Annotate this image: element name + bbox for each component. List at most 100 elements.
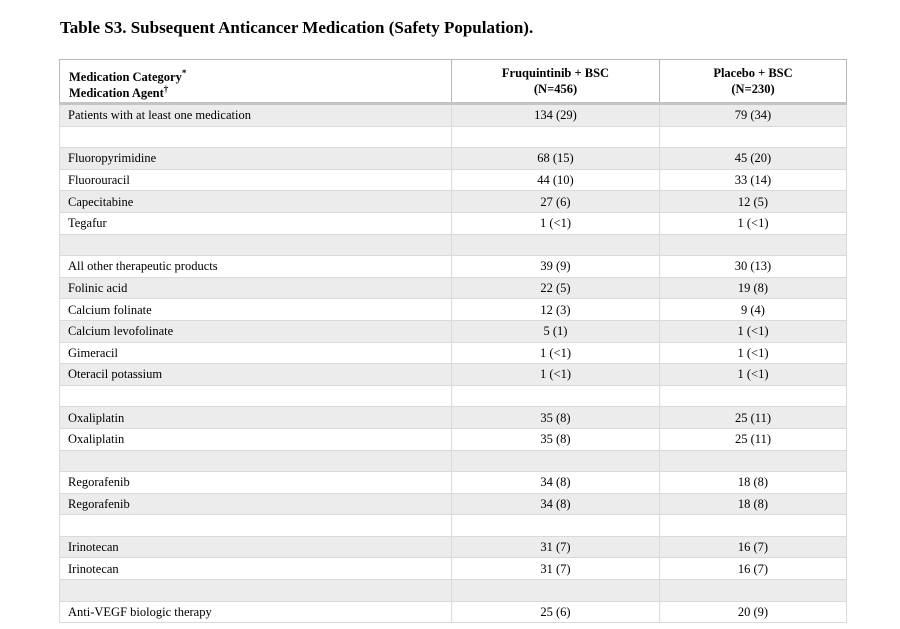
row-label: Regorafenib bbox=[59, 471, 452, 494]
row-fruquintinib-value: 5 (1) bbox=[451, 319, 660, 343]
row-label bbox=[59, 579, 452, 602]
row-label: Folinic acid bbox=[59, 276, 452, 300]
row-placebo-value bbox=[659, 125, 847, 149]
row-fruquintinib-value: 34 (8) bbox=[451, 471, 660, 494]
row-placebo-value: 16 (7) bbox=[659, 557, 847, 581]
row-label: Fluorouracil bbox=[59, 168, 452, 192]
header-placebo-n: (N=230) bbox=[731, 82, 775, 96]
row-label: Capecitabine bbox=[59, 190, 452, 213]
row-fruquintinib-value: 34 (8) bbox=[451, 492, 660, 516]
table-row bbox=[59, 449, 847, 473]
row-placebo-value: 1 (<1) bbox=[659, 319, 847, 343]
row-fruquintinib-value: 25 (6) bbox=[451, 600, 660, 624]
row-placebo-value: 18 (8) bbox=[659, 492, 847, 516]
row-label bbox=[59, 384, 452, 408]
table-row: Tegafur 1 (<1) 1 (<1) bbox=[59, 211, 847, 235]
row-placebo-value bbox=[659, 579, 847, 602]
row-placebo-value: 18 (8) bbox=[659, 471, 847, 494]
row-label: Irinotecan bbox=[59, 535, 452, 559]
table-row: Fluorouracil 44 (10) 33 (14) bbox=[59, 168, 847, 192]
medication-table-container: Medication Category* Medication Agent† F… bbox=[59, 59, 847, 624]
header-medication-category: Medication Category* Medication Agent† bbox=[59, 59, 452, 105]
row-placebo-value: 9 (4) bbox=[659, 298, 847, 321]
row-placebo-value: 1 (<1) bbox=[659, 341, 847, 365]
row-fruquintinib-value: 31 (7) bbox=[451, 557, 660, 581]
table-row: Oteracil potassium 1 (<1) 1 (<1) bbox=[59, 363, 847, 386]
row-fruquintinib-value bbox=[451, 514, 660, 537]
table-row bbox=[59, 233, 847, 257]
row-placebo-value: 45 (20) bbox=[659, 147, 847, 170]
row-fruquintinib-value bbox=[451, 449, 660, 473]
row-fruquintinib-value: 1 (<1) bbox=[451, 211, 660, 235]
table-row: Calcium levofolinate 5 (1) 1 (<1) bbox=[59, 319, 847, 343]
row-fruquintinib-value: 12 (3) bbox=[451, 298, 660, 321]
row-placebo-value: 25 (11) bbox=[659, 427, 847, 451]
row-fruquintinib-value: 1 (<1) bbox=[451, 363, 660, 386]
row-fruquintinib-value: 22 (5) bbox=[451, 276, 660, 300]
table-row: Anti-VEGF biologic therapy 25 (6) 20 (9) bbox=[59, 600, 847, 624]
table-row bbox=[59, 384, 847, 408]
row-fruquintinib-value: 39 (9) bbox=[451, 255, 660, 278]
table-row: Oxaliplatin 35 (8) 25 (11) bbox=[59, 427, 847, 451]
row-fruquintinib-value bbox=[451, 233, 660, 257]
row-fruquintinib-value: 35 (8) bbox=[451, 406, 660, 429]
row-label: Tegafur bbox=[59, 211, 452, 235]
row-placebo-value: 19 (8) bbox=[659, 276, 847, 300]
table-row: Patients with at least one medication 134… bbox=[59, 103, 847, 127]
row-fruquintinib-value: 35 (8) bbox=[451, 427, 660, 451]
row-placebo-value bbox=[659, 384, 847, 408]
row-fruquintinib-value bbox=[451, 125, 660, 149]
table-row: Capecitabine 27 (6) 12 (5) bbox=[59, 190, 847, 213]
table-row bbox=[59, 514, 847, 537]
row-fruquintinib-value: 31 (7) bbox=[451, 535, 660, 559]
table-row: Irinotecan 31 (7) 16 (7) bbox=[59, 557, 847, 581]
row-label: Regorafenib bbox=[59, 492, 452, 516]
medication-table: Medication Category* Medication Agent† F… bbox=[59, 59, 847, 624]
row-label: Gimeracil bbox=[59, 341, 452, 365]
header-placebo-label: Placebo + BSC bbox=[713, 66, 793, 80]
row-label: Fluoropyrimidine bbox=[59, 147, 452, 170]
row-label bbox=[59, 514, 452, 537]
header-fruquintinib-n: (N=456) bbox=[533, 82, 578, 96]
table-row: Regorafenib 34 (8) 18 (8) bbox=[59, 471, 847, 494]
table-row: Irinotecan 31 (7) 16 (7) bbox=[59, 535, 847, 559]
table-row: Fluoropyrimidine 68 (15) 45 (20) bbox=[59, 147, 847, 170]
table-row: Regorafenib 34 (8) 18 (8) bbox=[59, 492, 847, 516]
header-category-label: Medication Category bbox=[69, 70, 182, 84]
row-placebo-value bbox=[659, 514, 847, 537]
row-fruquintinib-value: 134 (29) bbox=[451, 103, 660, 127]
row-fruquintinib-value: 1 (<1) bbox=[451, 341, 660, 365]
row-placebo-value: 30 (13) bbox=[659, 255, 847, 278]
row-placebo-value bbox=[659, 233, 847, 257]
row-placebo-value: 20 (9) bbox=[659, 600, 847, 624]
table-body: Patients with at least one medication 134… bbox=[59, 103, 847, 624]
table-row: Folinic acid 22 (5) 19 (8) bbox=[59, 276, 847, 300]
row-label: Anti-VEGF biologic therapy bbox=[59, 600, 452, 624]
row-fruquintinib-value bbox=[451, 384, 660, 408]
row-placebo-value: 79 (34) bbox=[659, 103, 847, 127]
row-placebo-value: 16 (7) bbox=[659, 535, 847, 559]
table-row: Oxaliplatin 35 (8) 25 (11) bbox=[59, 406, 847, 429]
row-placebo-value: 25 (11) bbox=[659, 406, 847, 429]
table-title: Table S3. Subsequent Anticancer Medicati… bbox=[60, 18, 534, 37]
row-fruquintinib-value: 44 (10) bbox=[451, 168, 660, 192]
row-placebo-value: 1 (<1) bbox=[659, 211, 847, 235]
header-fruquintinib-label: Fruquintinib + BSC bbox=[501, 66, 610, 80]
row-label: All other therapeutic products bbox=[59, 255, 452, 278]
table-row: Gimeracil 1 (<1) 1 (<1) bbox=[59, 341, 847, 365]
category-footnote-mark: * bbox=[181, 68, 187, 78]
row-placebo-value: 12 (5) bbox=[659, 190, 847, 213]
row-label: Oteracil potassium bbox=[59, 363, 452, 386]
row-label: Irinotecan bbox=[59, 557, 452, 581]
table-header-row: Medication Category* Medication Agent† F… bbox=[59, 59, 847, 105]
table-row bbox=[59, 579, 847, 602]
row-placebo-value bbox=[659, 449, 847, 473]
row-fruquintinib-value: 68 (15) bbox=[451, 147, 660, 170]
table-row: All other therapeutic products 39 (9) 30 (… bbox=[59, 255, 847, 278]
row-label: Calcium folinate bbox=[59, 298, 452, 321]
table-row bbox=[59, 125, 847, 149]
header-placebo: Placebo + BSC (N=230) bbox=[659, 59, 847, 105]
row-fruquintinib-value bbox=[451, 579, 660, 602]
row-label bbox=[59, 125, 452, 149]
row-label: Oxaliplatin bbox=[59, 427, 452, 451]
